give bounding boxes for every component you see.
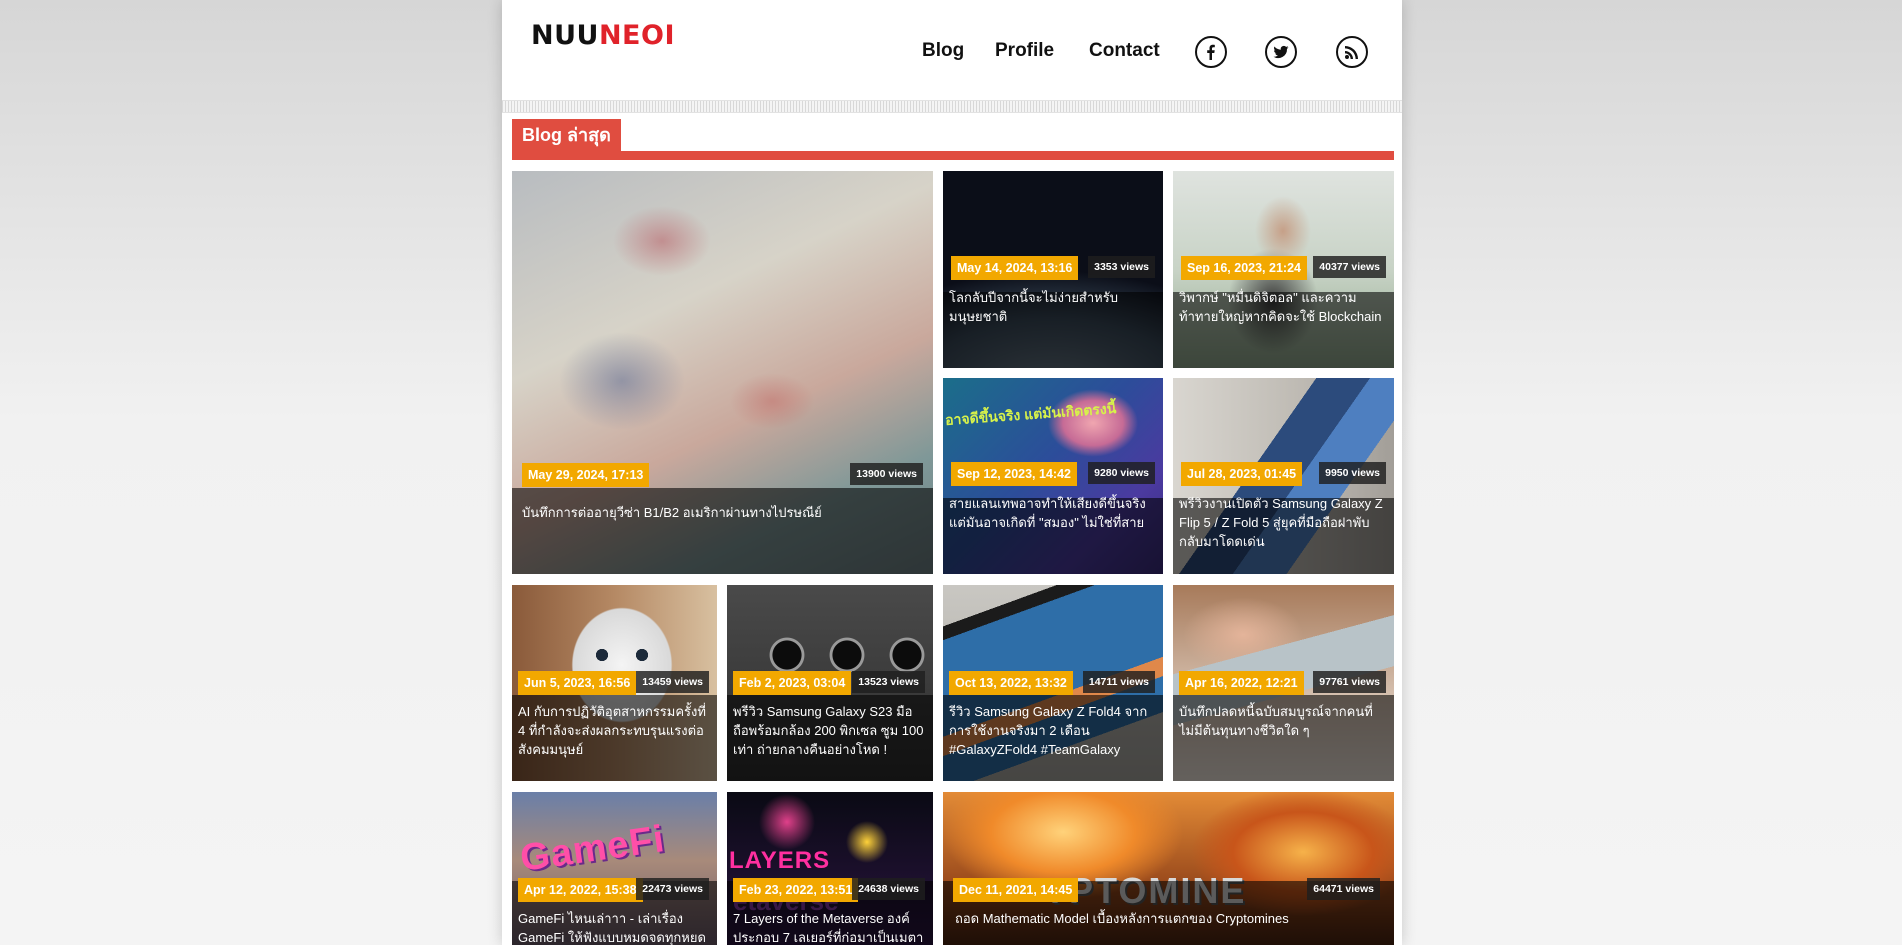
logo-text-red: NEOI — [598, 20, 675, 51]
post-date: Apr 12, 2022, 15:38 — [518, 878, 643, 902]
post-views: 9950 views — [1319, 462, 1386, 484]
post-card[interactable]: LAYERS etaverse Feb 23, 2022, 13:51 2463… — [727, 792, 933, 945]
post-card[interactable]: YPTOMINE Dec 11, 2021, 14:45 64471 views… — [943, 792, 1394, 945]
post-views: 9280 views — [1088, 462, 1155, 484]
post-card[interactable]: Apr 16, 2022, 12:21 97761 views บันทึกปล… — [1173, 585, 1394, 781]
post-card[interactable]: Sep 16, 2023, 21:24 40377 views วิพากษ์ … — [1173, 171, 1394, 368]
post-title[interactable]: โลกลับปีจากนี้จะไม่ง่ายสำหรับมนุษยชาติ — [949, 288, 1155, 326]
post-card[interactable]: Jul 28, 2023, 01:45 9950 views พรีวิวงาน… — [1173, 378, 1394, 574]
post-views: 13459 views — [636, 671, 709, 693]
nav-contact[interactable]: Contact — [1089, 40, 1160, 62]
post-card[interactable]: Jun 5, 2023, 16:56 13459 views AI กับการ… — [512, 585, 717, 781]
post-title[interactable]: บันทึกการต่ออายุวีซ่า B1/B2 อเมริกาผ่านท… — [522, 503, 925, 522]
post-date: Sep 16, 2023, 21:24 — [1181, 256, 1307, 280]
twitter-icon[interactable] — [1265, 36, 1297, 68]
post-card[interactable]: May 14, 2024, 13:16 3353 views โลกลับปีจ… — [943, 171, 1163, 368]
post-views: 40377 views — [1313, 256, 1386, 278]
post-date: Oct 13, 2022, 13:32 — [949, 671, 1073, 695]
post-date: Jun 5, 2023, 16:56 — [518, 671, 637, 695]
section-rule — [512, 151, 1394, 160]
post-title[interactable]: สายแลนเทพอาจทำให้เสียงดีขึ้นจริง แต่มันอ… — [949, 494, 1155, 532]
post-date: Apr 16, 2022, 12:21 — [1179, 671, 1304, 695]
post-views: 24638 views — [852, 878, 925, 900]
rss-icon[interactable] — [1336, 36, 1368, 68]
site-header: NUUNEOI Blog Profile Contact — [502, 0, 1402, 100]
post-title[interactable]: วิพากษ์ "หมื่นดิจิตอล" และความท้าทายใหญ่… — [1179, 288, 1386, 326]
post-title[interactable]: บันทึกปลดหนี้ฉบับสมบูรณ์จากคนที่ไม่มีต้น… — [1179, 702, 1386, 740]
post-title[interactable]: 7 Layers of the Metaverse องค์ประกอบ 7 เ… — [733, 909, 925, 945]
post-card[interactable]: อาจดีขึ้นจริง แต่มันเกิดตรงนี้ Sep 12, 2… — [943, 378, 1163, 574]
nav-profile[interactable]: Profile — [995, 40, 1054, 62]
post-views: 22473 views — [636, 878, 709, 900]
post-title[interactable]: พรีวิว Samsung Galaxy S23 มือถือพร้อมกล้… — [733, 702, 925, 759]
post-date: Jul 28, 2023, 01:45 — [1181, 462, 1303, 486]
post-card[interactable]: Feb 2, 2023, 03:04 13523 views พรีวิว Sa… — [727, 585, 933, 781]
post-title[interactable]: GameFi ไหนเล่าาา - เล่าเรื่อง GameFi ให้… — [518, 909, 709, 945]
post-title[interactable]: ถอด Mathematic Model เบื้องหลังการแตกของ… — [955, 909, 1386, 928]
post-date: Feb 23, 2022, 13:51 — [733, 878, 859, 902]
post-views: 14711 views — [1082, 671, 1155, 693]
logo-text-black: NUU — [531, 20, 599, 51]
section-title: Blog ล่าสุด — [512, 119, 621, 151]
post-date: May 14, 2024, 13:16 — [951, 256, 1079, 280]
layers-text: LAYERS — [729, 847, 831, 874]
post-card[interactable]: Oct 13, 2022, 13:32 14711 views รีวิว Sa… — [943, 585, 1163, 781]
post-date: Dec 11, 2021, 14:45 — [953, 878, 1079, 902]
post-date: Feb 2, 2023, 03:04 — [733, 671, 852, 695]
post-views: 13900 views — [850, 463, 923, 485]
card-caption-overlay — [512, 488, 933, 574]
post-date: May 29, 2024, 17:13 — [522, 463, 650, 487]
post-card[interactable]: May 29, 2024, 17:13 13900 views บันทึกกา… — [512, 171, 933, 574]
post-views: 3353 views — [1088, 256, 1155, 278]
post-title[interactable]: รีวิว Samsung Galaxy Z Fold4 จากการใช้งา… — [949, 702, 1155, 759]
post-card[interactable]: GameFi Apr 12, 2022, 15:38 22473 views G… — [512, 792, 717, 945]
header-separator — [502, 100, 1402, 113]
post-title[interactable]: AI กับการปฏิวัติอุตสาหกรรมครั้งที่ 4 ที่… — [518, 702, 709, 759]
post-views: 13523 views — [852, 671, 925, 693]
post-views: 64471 views — [1307, 878, 1380, 900]
facebook-icon[interactable] — [1195, 36, 1227, 68]
site-logo[interactable]: NUUNEOI — [531, 20, 675, 51]
nav-blog[interactable]: Blog — [922, 40, 964, 62]
page-container: NUUNEOI Blog Profile Contact Blog ล่าสุด… — [502, 0, 1402, 945]
post-title[interactable]: พรีวิวงานเปิดตัว Samsung Galaxy Z Flip 5… — [1179, 494, 1386, 551]
post-date: Sep 12, 2023, 14:42 — [951, 462, 1077, 486]
post-views: 97761 views — [1313, 671, 1386, 693]
